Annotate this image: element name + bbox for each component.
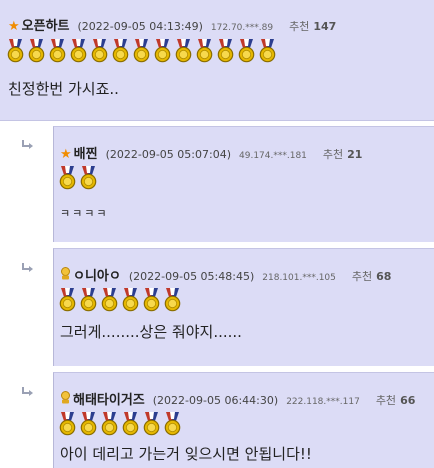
author-nickname[interactable]: ㅇ니아ㅇ	[73, 265, 121, 284]
medal-icon	[80, 412, 97, 436]
recommend-count: 66	[400, 394, 416, 407]
medal-icon	[175, 39, 192, 63]
medal-row	[57, 287, 183, 312]
author-ip: 222.118.***.117	[286, 397, 360, 407]
author-ip: 172.70.***.89	[210, 23, 274, 33]
medal-icon	[28, 39, 45, 63]
medal-icon	[143, 288, 160, 312]
comment-date: (2022-09-05 05:48:45)	[128, 270, 255, 283]
member-icon	[61, 267, 70, 280]
medal-icon	[122, 412, 139, 436]
medal-row	[5, 38, 278, 63]
medal-icon	[259, 39, 276, 63]
medal-icon	[133, 39, 150, 63]
comment-header: ㅇ니아ㅇ (2022-09-05 05:48:45) 218.101.***.1…	[60, 265, 391, 284]
recommend-count: 68	[376, 270, 392, 283]
comment-text: 친정한번 가시죠..	[8, 80, 119, 98]
medal-icon	[196, 39, 213, 63]
author-nickname[interactable]: 해태타이거즈	[73, 389, 145, 408]
author-nickname[interactable]: 배찐	[74, 143, 98, 162]
comment-reply: 해태타이거즈 (2022-09-05 06:44:30) 222.118.***…	[53, 372, 434, 468]
comment-top: ★ 오픈하트 (2022-09-05 04:13:49) 172.70.***.…	[0, 0, 434, 121]
recommend-label: 추천	[322, 148, 344, 161]
comment-date: (2022-09-05 05:07:04)	[105, 148, 231, 161]
recommend-count: 21	[347, 148, 363, 161]
comment-reply: ★ 배찐 (2022-09-05 05:07:04) 49.174.***.18…	[53, 126, 434, 242]
medal-row	[57, 165, 99, 190]
recommend-label: 추천	[351, 270, 373, 283]
medal-icon	[59, 288, 76, 312]
author-ip: 218.101.***.105	[262, 273, 336, 283]
comment-text: 그러게........상은 줘야지......	[60, 323, 242, 341]
comment-header: ★ 오픈하트 (2022-09-05 04:13:49) 172.70.***.…	[8, 15, 336, 34]
recommend-label: 추천	[289, 20, 310, 33]
comment-reply: ㅇ니아ㅇ (2022-09-05 05:48:45) 218.101.***.1…	[53, 248, 434, 366]
medal-icon	[154, 39, 171, 63]
medal-icon	[59, 166, 76, 190]
comment-date: (2022-09-05 06:44:30)	[152, 394, 279, 407]
medal-icon	[164, 288, 181, 312]
comment-date: (2022-09-05 04:13:49)	[77, 20, 203, 33]
reply-arrow-icon	[22, 263, 33, 272]
recommend-label: 추천	[375, 394, 397, 407]
star-icon: ★	[8, 19, 20, 34]
medal-icon	[91, 39, 108, 63]
comment-header: 해태타이거즈 (2022-09-05 06:44:30) 222.118.***…	[60, 389, 415, 408]
medal-icon	[7, 39, 24, 63]
author-nickname[interactable]: 오픈하트	[22, 15, 70, 34]
medal-icon	[70, 39, 87, 63]
medal-icon	[238, 39, 255, 63]
medal-icon	[143, 412, 160, 436]
medal-icon	[80, 166, 97, 190]
comment-header: ★ 배찐 (2022-09-05 05:07:04) 49.174.***.18…	[60, 143, 362, 162]
medal-icon	[164, 412, 181, 436]
medal-row	[57, 411, 183, 436]
medal-icon	[112, 39, 129, 63]
medal-icon	[80, 288, 97, 312]
comment-text: ㅋㅋㅋㅋ	[60, 207, 109, 220]
medal-icon	[49, 39, 66, 63]
medal-icon	[59, 412, 76, 436]
author-ip: 49.174.***.181	[239, 151, 307, 161]
medal-icon	[101, 412, 118, 436]
comment-text: 아이 데리고 가는거 잊으시면 안됩니다!!	[60, 445, 312, 463]
recommend-count: 147	[313, 20, 337, 33]
medal-icon	[101, 288, 118, 312]
reply-arrow-icon	[22, 140, 33, 149]
medal-icon	[122, 288, 139, 312]
reply-arrow-icon	[22, 387, 33, 396]
medal-icon	[217, 39, 234, 63]
member-icon	[61, 391, 70, 404]
star-icon: ★	[60, 147, 72, 162]
